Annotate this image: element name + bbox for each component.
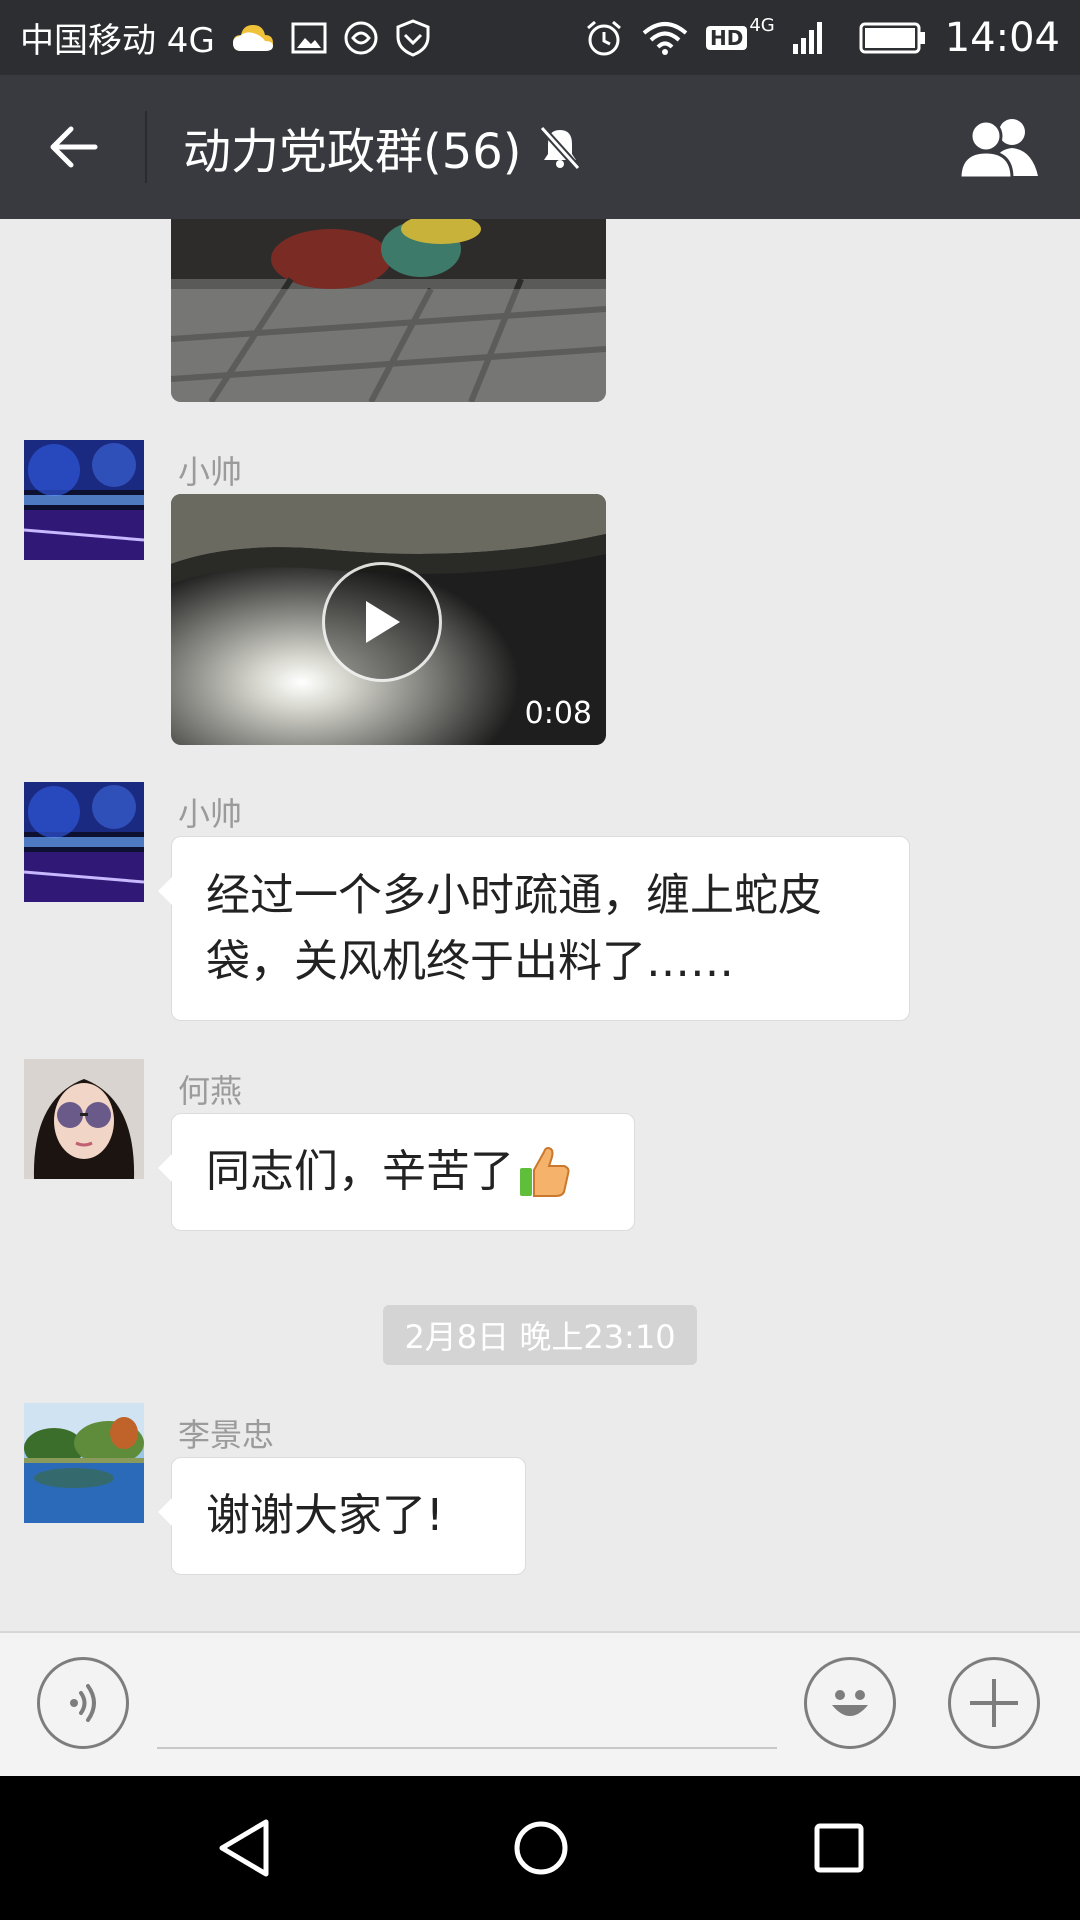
thumbs-up-icon <box>516 1144 572 1200</box>
shield-icon <box>395 18 431 57</box>
voice-button[interactable] <box>37 1657 129 1749</box>
message-text: 谢谢大家了! <box>206 1490 444 1541</box>
chat-area[interactable]: 小帅 0:08 小帅 经过一个多小时疏通，缠上蛇皮 袋，关风机终于出料了…… 何… <box>0 219 1080 1631</box>
avatar[interactable] <box>24 782 144 902</box>
emoji-icon <box>832 1690 868 1716</box>
text-message-bubble[interactable]: 经过一个多小时疏通，缠上蛇皮 袋，关风机终于出料了…… <box>158 836 910 1021</box>
image-message[interactable] <box>171 219 606 402</box>
carrier-label: 中国移动 4G <box>20 21 215 61</box>
nav-recents-icon <box>814 1823 864 1873</box>
group-members-button[interactable] <box>920 75 1080 219</box>
sender-name: 小帅 <box>178 453 243 491</box>
avatar[interactable] <box>24 440 144 560</box>
bell-off-icon <box>538 124 582 170</box>
text-message-bubble[interactable]: 谢谢大家了! <box>158 1457 526 1575</box>
nav-back-icon <box>219 1819 269 1877</box>
avatar[interactable] <box>24 1059 144 1179</box>
sender-name: 李景忠 <box>178 1416 275 1454</box>
image-thumbnail <box>171 219 606 402</box>
play-button[interactable] <box>322 562 442 682</box>
network-label: 4G <box>749 15 775 36</box>
signal-icon <box>792 21 823 54</box>
back-button[interactable] <box>0 75 145 219</box>
video-message[interactable]: 0:08 <box>171 494 606 745</box>
alarm-icon <box>584 18 624 58</box>
input-bar <box>0 1631 1080 1776</box>
nav-recents-button[interactable] <box>789 1798 889 1898</box>
status-time: 14:04 <box>944 14 1060 61</box>
message-text-line: 经过一个多小时疏通，缠上蛇皮 <box>206 870 822 921</box>
group-members-icon <box>958 119 1038 178</box>
play-icon <box>366 601 400 643</box>
battery-icon <box>859 22 927 54</box>
voice-icon <box>70 1684 96 1722</box>
hd-label: HD <box>705 25 748 50</box>
message-timestamp: 2月8日 晚上23:10 <box>383 1305 697 1365</box>
header-divider <box>145 111 147 183</box>
text-message-bubble[interactable]: 同志们，辛苦了 <box>158 1113 635 1231</box>
chat-header: 动力党政群(56) <box>0 75 1080 219</box>
back-arrow-icon <box>50 126 97 168</box>
video-duration: 0:08 <box>524 696 592 731</box>
message-input[interactable] <box>157 1667 777 1749</box>
sync-icon <box>343 20 379 56</box>
hd-icon: HD 4G <box>705 15 775 50</box>
message-text-line: 袋，关风机终于出料了…… <box>206 936 734 987</box>
message-text: 同志们，辛苦了 <box>206 1146 514 1197</box>
sender-name: 何燕 <box>178 1072 243 1110</box>
wifi-icon <box>642 21 688 55</box>
cloud-icon <box>231 23 275 53</box>
more-button[interactable] <box>948 1657 1040 1749</box>
nav-home-icon <box>514 1821 568 1875</box>
navigation-bar <box>0 1776 1080 1920</box>
avatar[interactable] <box>24 1403 144 1523</box>
sender-name: 小帅 <box>178 795 243 833</box>
nav-back-button[interactable] <box>194 1798 294 1898</box>
nav-home-button[interactable] <box>491 1798 591 1898</box>
status-bar: 中国移动 4G HD 4G 14:04 <box>0 0 1080 75</box>
chat-title: 动力党政群(56) <box>183 124 522 180</box>
plus-icon <box>970 1679 1018 1727</box>
gallery-icon <box>291 22 327 54</box>
emoji-button[interactable] <box>804 1657 896 1749</box>
